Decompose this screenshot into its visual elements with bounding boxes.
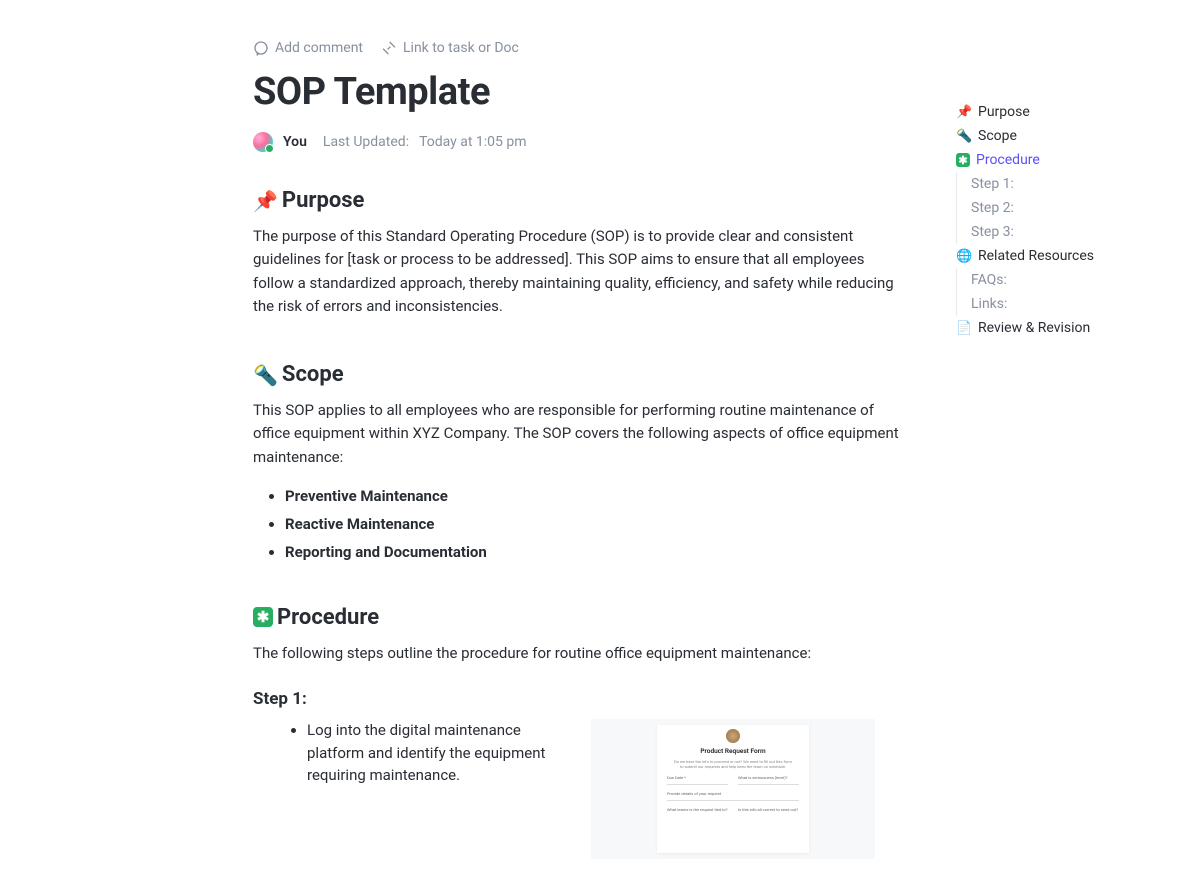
link-doc-button[interactable]: Link to task or Doc bbox=[381, 40, 519, 56]
outline-label: Related Resources bbox=[978, 248, 1094, 264]
scope-bullet[interactable]: Preventive Maintenance bbox=[285, 487, 908, 505]
flashlight-icon: 🔦 bbox=[956, 129, 972, 144]
link-icon bbox=[381, 40, 397, 56]
author-name[interactable]: You bbox=[283, 134, 307, 150]
scope-heading[interactable]: 🔦 Scope bbox=[253, 362, 908, 387]
add-comment-label: Add comment bbox=[275, 40, 363, 56]
page-title[interactable]: SOP Template bbox=[253, 70, 908, 114]
asterisk-badge-icon: ✱ bbox=[956, 153, 970, 167]
outline-label: Review & Revision bbox=[978, 320, 1090, 336]
doc-toolbar: Add comment Link to task or Doc bbox=[253, 40, 908, 56]
outline-label: Procedure bbox=[976, 152, 1040, 168]
add-comment-button[interactable]: Add comment bbox=[253, 40, 363, 56]
form-field-label: Due Date * bbox=[667, 775, 728, 780]
form-field-label: What is seriousness (level)? bbox=[738, 775, 799, 780]
step-1-heading[interactable]: Step 1: bbox=[253, 689, 908, 709]
outline-sub-links[interactable]: Links: bbox=[956, 292, 1156, 316]
pushpin-icon: 📌 bbox=[956, 105, 972, 120]
step-1-row: Log into the digital maintenance platfor… bbox=[253, 719, 908, 859]
outline-sidebar: 📌 Purpose 🔦 Scope ✱ Procedure Step 1: St… bbox=[956, 100, 1156, 340]
procedure-heading[interactable]: ✱ Procedure bbox=[253, 605, 908, 630]
purpose-heading-text: Purpose bbox=[282, 188, 365, 213]
document-content: Add comment Link to task or Doc SOP Temp… bbox=[253, 40, 908, 859]
step-1-text[interactable]: Log into the digital maintenance platfor… bbox=[307, 719, 563, 787]
form-desc: Do we have the info to proceed or not? W… bbox=[673, 759, 793, 769]
section-procedure: ✱ Procedure The following steps outline … bbox=[253, 605, 908, 859]
meta-row: You Last Updated: Today at 1:05 pm bbox=[253, 132, 908, 152]
outline-item-resources[interactable]: 🌐 Related Resources bbox=[956, 244, 1156, 268]
flashlight-icon: 🔦 bbox=[253, 363, 278, 387]
outline-sub-step3[interactable]: Step 3: bbox=[956, 220, 1156, 244]
section-purpose: 📌 Purpose The purpose of this Standard O… bbox=[253, 188, 908, 318]
outline-item-purpose[interactable]: 📌 Purpose bbox=[956, 100, 1156, 124]
purpose-heading[interactable]: 📌 Purpose bbox=[253, 188, 908, 213]
globe-icon: 🌐 bbox=[956, 249, 972, 264]
author-avatar[interactable] bbox=[253, 132, 273, 152]
comment-icon bbox=[253, 40, 269, 56]
outline-item-review[interactable]: 📄 Review & Revision bbox=[956, 316, 1156, 340]
asterisk-badge-icon: ✱ bbox=[253, 607, 273, 627]
scope-body[interactable]: This SOP applies to all employees who ar… bbox=[253, 399, 908, 469]
form-field-label: Provide details of your request bbox=[667, 791, 799, 796]
page-icon: 📄 bbox=[956, 321, 972, 336]
purpose-body[interactable]: The purpose of this Standard Operating P… bbox=[253, 225, 908, 318]
outline-sub-faqs[interactable]: FAQs: bbox=[956, 268, 1156, 292]
form-title: Product Request Form bbox=[700, 747, 765, 755]
procedure-heading-text: Procedure bbox=[277, 605, 379, 630]
outline-item-procedure[interactable]: ✱ Procedure bbox=[956, 148, 1156, 172]
procedure-body[interactable]: The following steps outline the procedur… bbox=[253, 642, 908, 665]
outline-label: Purpose bbox=[978, 104, 1030, 120]
scope-heading-text: Scope bbox=[282, 362, 344, 387]
pushpin-icon: 📌 bbox=[253, 189, 278, 213]
scope-bullet[interactable]: Reporting and Documentation bbox=[285, 543, 908, 561]
link-doc-label: Link to task or Doc bbox=[403, 40, 519, 56]
outline-label: Scope bbox=[978, 128, 1017, 144]
form-field-label: Is this info all correct to send out? bbox=[738, 807, 799, 812]
form-preview-image[interactable]: Product Request Form Do we have the info… bbox=[591, 719, 875, 859]
step-1-bullets[interactable]: Log into the digital maintenance platfor… bbox=[253, 719, 563, 787]
scope-bullets[interactable]: Preventive Maintenance Reactive Maintena… bbox=[253, 487, 908, 561]
outline-item-scope[interactable]: 🔦 Scope bbox=[956, 124, 1156, 148]
form-field-label: What teams is the request tied to? bbox=[667, 807, 728, 812]
form-avatar-icon bbox=[726, 729, 740, 743]
last-updated-value: Today at 1:05 pm bbox=[419, 134, 526, 150]
outline-sub-step1[interactable]: Step 1: bbox=[956, 172, 1156, 196]
last-updated-label: Last Updated: bbox=[323, 134, 409, 150]
section-scope: 🔦 Scope This SOP applies to all employee… bbox=[253, 362, 908, 561]
form-preview-inner: Product Request Form Do we have the info… bbox=[657, 725, 809, 853]
scope-bullet[interactable]: Reactive Maintenance bbox=[285, 515, 908, 533]
outline-sub-step2[interactable]: Step 2: bbox=[956, 196, 1156, 220]
